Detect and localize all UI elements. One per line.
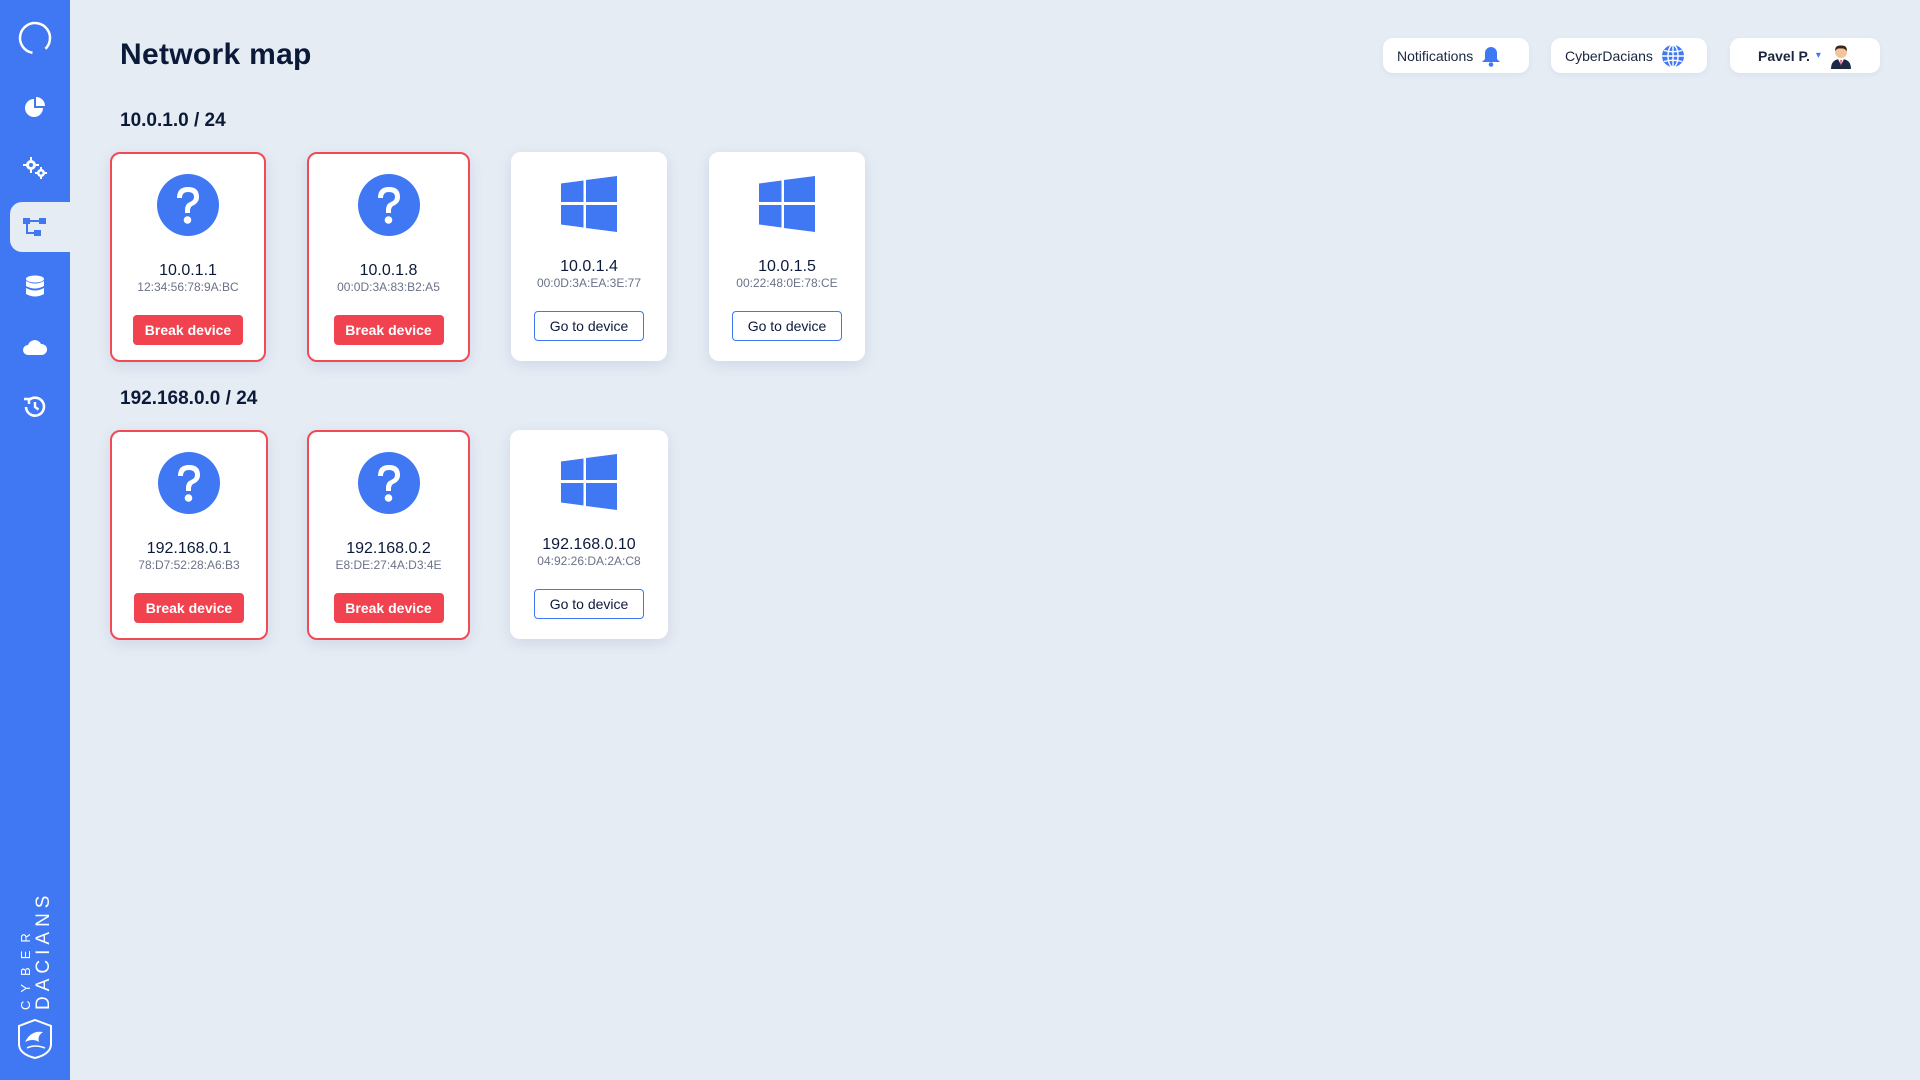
sidebar-item-network-map[interactable] bbox=[10, 202, 70, 252]
break-device-button[interactable]: Break device bbox=[333, 593, 444, 623]
bell-icon bbox=[1481, 45, 1501, 67]
device-ip: 192.168.0.2 bbox=[346, 540, 431, 557]
brand-wordmark: CYBER DACIANS bbox=[18, 891, 54, 1010]
gears-icon bbox=[23, 157, 47, 179]
device-ip: 192.168.0.1 bbox=[146, 540, 232, 557]
organization-label: CyberDacians bbox=[1565, 47, 1653, 64]
brand-seal-icon bbox=[18, 1018, 52, 1060]
device-mac: E8:DE:27:4A:D3:4E bbox=[335, 558, 442, 572]
device-card[interactable]: 10.0.1.1 12:34:56:78:9A:BC Break device bbox=[110, 152, 266, 362]
question-icon bbox=[357, 174, 420, 236]
sidebar: CYBER DACIANS bbox=[0, 0, 70, 1080]
sidebar-item-dashboard[interactable] bbox=[0, 83, 70, 133]
device-card[interactable]: 192.168.0.2 E8:DE:27:4A:D3:4E Break devi… bbox=[307, 430, 470, 640]
device-mac: 00:0D:3A:83:B2:A5 bbox=[337, 280, 440, 294]
page-title: Network map bbox=[120, 38, 312, 71]
device-mac: 00:0D:3A:EA:3E:77 bbox=[536, 276, 642, 290]
svg-text:DACIANS: DACIANS bbox=[33, 891, 54, 1010]
windows-icon bbox=[561, 176, 617, 232]
go-to-device-button[interactable]: Go to device bbox=[732, 311, 842, 341]
pie-chart-icon bbox=[25, 97, 45, 117]
notifications-label: Notifications bbox=[1397, 47, 1474, 64]
device-card[interactable]: 10.0.1.5 00:22:48:0E:78:CE Go to device bbox=[709, 152, 865, 361]
device-ip: 10.0.1.4 bbox=[560, 258, 618, 275]
device-card[interactable]: 10.0.1.8 00:0D:3A:83:B2:A5 Break device bbox=[307, 152, 470, 362]
svg-text:CYBER: CYBER bbox=[18, 925, 33, 1010]
device-card[interactable]: 192.168.0.10 04:92:26:DA:2A:C8 Go to dev… bbox=[510, 430, 668, 639]
question-icon bbox=[357, 452, 420, 514]
break-device-button[interactable]: Break device bbox=[134, 593, 244, 623]
windows-icon bbox=[759, 176, 815, 232]
network-icon bbox=[23, 218, 46, 236]
sidebar-item-settings[interactable] bbox=[0, 143, 70, 193]
device-ip: 10.0.1.5 bbox=[758, 258, 816, 275]
subnet-title: 192.168.0.0 / 24 bbox=[120, 388, 258, 409]
organization-selector[interactable]: CyberDacians bbox=[1551, 38, 1707, 73]
history-icon bbox=[24, 396, 46, 417]
device-ip: 10.0.1.1 bbox=[159, 262, 217, 279]
device-ip: 192.168.0.10 bbox=[542, 536, 636, 553]
windows-icon bbox=[561, 454, 617, 510]
question-icon bbox=[157, 174, 219, 236]
subnet-title: 10.0.1.0 / 24 bbox=[120, 110, 226, 131]
globe-icon bbox=[1661, 43, 1685, 68]
go-to-device-button[interactable]: Go to device bbox=[534, 589, 644, 619]
device-mac: 78:D7:52:28:A6:B3 bbox=[138, 558, 240, 572]
sidebar-item-history[interactable] bbox=[0, 382, 70, 432]
device-mac: 12:34:56:78:9A:BC bbox=[137, 280, 239, 294]
chevron-down-icon: ▾ bbox=[1815, 50, 1821, 61]
notifications-button[interactable]: Notifications bbox=[1383, 38, 1529, 73]
device-card[interactable]: 10.0.1.4 00:0D:3A:EA:3E:77 Go to device bbox=[511, 152, 667, 361]
device-ip: 10.0.1.8 bbox=[359, 262, 418, 279]
sidebar-item-database[interactable] bbox=[0, 262, 70, 312]
cloud-icon bbox=[23, 340, 48, 355]
break-device-button[interactable]: Break device bbox=[333, 315, 444, 345]
user-name: Pavel P. bbox=[1758, 47, 1810, 64]
avatar bbox=[1829, 43, 1853, 69]
device-card[interactable]: 192.168.0.1 78:D7:52:28:A6:B3 Break devi… bbox=[110, 430, 268, 640]
app-logo-icon[interactable] bbox=[17, 20, 53, 56]
device-mac: 00:22:48:0E:78:CE bbox=[736, 276, 838, 290]
device-mac: 04:92:26:DA:2A:C8 bbox=[537, 554, 641, 568]
database-icon bbox=[26, 275, 44, 297]
user-menu[interactable]: Pavel P. ▾ bbox=[1730, 38, 1880, 73]
question-icon bbox=[158, 452, 220, 514]
break-device-button[interactable]: Break device bbox=[133, 315, 243, 345]
sidebar-item-cloud[interactable] bbox=[0, 322, 70, 372]
go-to-device-button[interactable]: Go to device bbox=[534, 311, 644, 341]
